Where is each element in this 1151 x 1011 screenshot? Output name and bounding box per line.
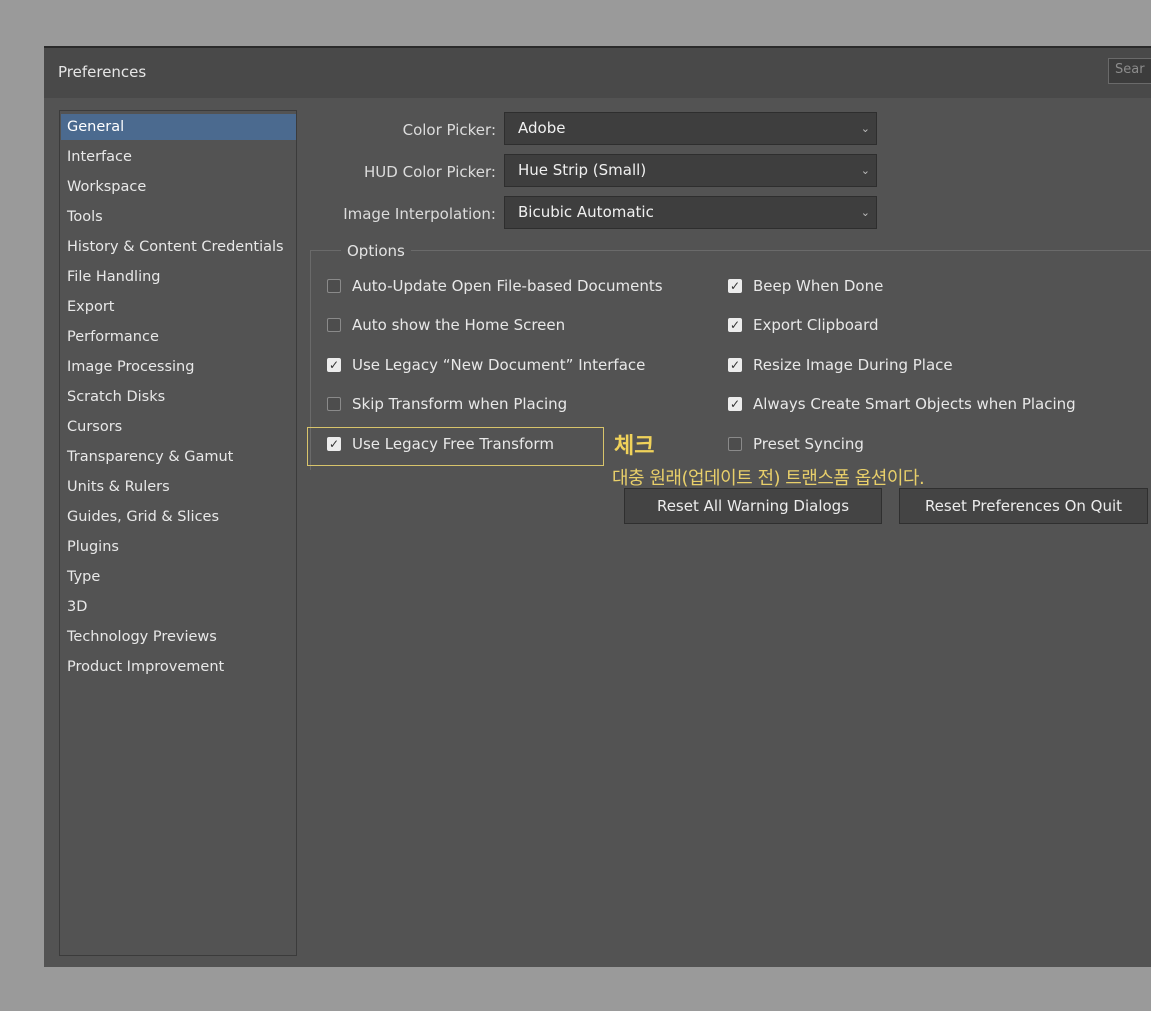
category-list: General Interface Workspace Tools Histor… [59, 110, 297, 956]
checkbox-resize-during-place[interactable]: ✓ Resize Image During Place [728, 355, 953, 375]
chevron-down-icon: ⌄ [860, 164, 870, 177]
sidebar-item-history[interactable]: History & Content Credentials [61, 234, 296, 260]
color-picker-label: Color Picker: [402, 121, 496, 139]
checkbox-unchecked-icon [327, 279, 341, 293]
checkbox-label: Resize Image During Place [753, 356, 953, 374]
checkmark-icon: ✓ [728, 318, 742, 332]
sidebar-item-product-improvement[interactable]: Product Improvement [61, 654, 296, 680]
hud-color-picker-value: Hue Strip (Small) [518, 161, 647, 179]
title-bar: Preferences Sear [44, 48, 1151, 98]
checkbox-always-smart-objects[interactable]: ✓ Always Create Smart Objects when Placi… [728, 394, 1076, 414]
image-interpolation-label: Image Interpolation: [343, 205, 496, 223]
reset-warning-dialogs-button[interactable]: Reset All Warning Dialogs [624, 488, 882, 524]
sidebar-item-plugins[interactable]: Plugins [61, 534, 296, 560]
sidebar-item-cursors[interactable]: Cursors [61, 414, 296, 440]
checkmark-icon: ✓ [728, 397, 742, 411]
sidebar-item-general[interactable]: General [61, 114, 296, 140]
checkbox-export-clipboard[interactable]: ✓ Export Clipboard [728, 315, 879, 335]
checkbox-label: Auto-Update Open File-based Documents [352, 277, 663, 295]
sidebar-item-type[interactable]: Type [61, 564, 296, 590]
checkbox-label: Use Legacy “New Document” Interface [352, 356, 646, 374]
checkbox-auto-update[interactable]: Auto-Update Open File-based Documents [327, 276, 663, 296]
sidebar-item-scratch-disks[interactable]: Scratch Disks [61, 384, 296, 410]
checkmark-icon: ✓ [728, 279, 742, 293]
annotation-note: 대충 원래(업데이트 전) 트랜스폼 옵션이다. [612, 468, 925, 489]
hud-color-picker-select[interactable]: Hue Strip (Small) ⌄ [504, 154, 877, 187]
chevron-down-icon: ⌄ [860, 206, 870, 219]
sidebar-item-technology-previews[interactable]: Technology Previews [61, 624, 296, 650]
color-picker-select[interactable]: Adobe ⌄ [504, 112, 877, 145]
sidebar-item-transparency[interactable]: Transparency & Gamut [61, 444, 296, 470]
checkbox-auto-show-home[interactable]: Auto show the Home Screen [327, 315, 565, 335]
checkbox-label: Auto show the Home Screen [352, 316, 566, 334]
checkbox-unchecked-icon [327, 397, 341, 411]
checkbox-preset-syncing[interactable]: Preset Syncing [728, 434, 864, 454]
search-input[interactable]: Sear [1108, 58, 1151, 84]
sidebar-item-tools[interactable]: Tools [61, 204, 296, 230]
hud-color-picker-label: HUD Color Picker: [364, 163, 496, 181]
sidebar-item-3d[interactable]: 3D [61, 594, 296, 620]
checkbox-label: Preset Syncing [753, 435, 864, 453]
checkbox-skip-transform[interactable]: Skip Transform when Placing [327, 394, 567, 414]
checkbox-unchecked-icon [327, 318, 341, 332]
image-interpolation-select[interactable]: Bicubic Automatic ⌄ [504, 196, 877, 229]
checkbox-label: Export Clipboard [753, 316, 879, 334]
sidebar-item-interface[interactable]: Interface [61, 144, 296, 170]
sidebar-item-guides[interactable]: Guides, Grid & Slices [61, 504, 296, 530]
color-picker-value: Adobe [518, 119, 566, 137]
checkbox-label: Skip Transform when Placing [352, 395, 568, 413]
sidebar-item-units-rulers[interactable]: Units & Rulers [61, 474, 296, 500]
sidebar-item-workspace[interactable]: Workspace [61, 174, 296, 200]
sidebar-item-image-processing[interactable]: Image Processing [61, 354, 296, 380]
checkmark-icon: ✓ [728, 358, 742, 372]
sidebar-item-performance[interactable]: Performance [61, 324, 296, 350]
sidebar-item-export[interactable]: Export [61, 294, 296, 320]
image-interpolation-value: Bicubic Automatic [518, 203, 654, 221]
checkbox-label: Beep When Done [753, 277, 884, 295]
annotation-highlight-box [307, 427, 604, 466]
checkmark-icon: ✓ [327, 358, 341, 372]
annotation-title: 체크 [614, 434, 655, 459]
preferences-dialog: Preferences Sear General Interface Works… [44, 46, 1151, 967]
checkbox-beep-when-done[interactable]: ✓ Beep When Done [728, 276, 883, 296]
sidebar-item-file-handling[interactable]: File Handling [61, 264, 296, 290]
checkbox-label: Always Create Smart Objects when Placing [753, 395, 1076, 413]
reset-preferences-button[interactable]: Reset Preferences On Quit [899, 488, 1148, 524]
options-legend: Options [341, 242, 411, 260]
chevron-down-icon: ⌄ [860, 122, 870, 135]
dialog-title: Preferences [58, 63, 147, 81]
checkbox-unchecked-icon [728, 437, 742, 451]
checkbox-legacy-new-document[interactable]: ✓ Use Legacy “New Document” Interface [327, 355, 645, 375]
